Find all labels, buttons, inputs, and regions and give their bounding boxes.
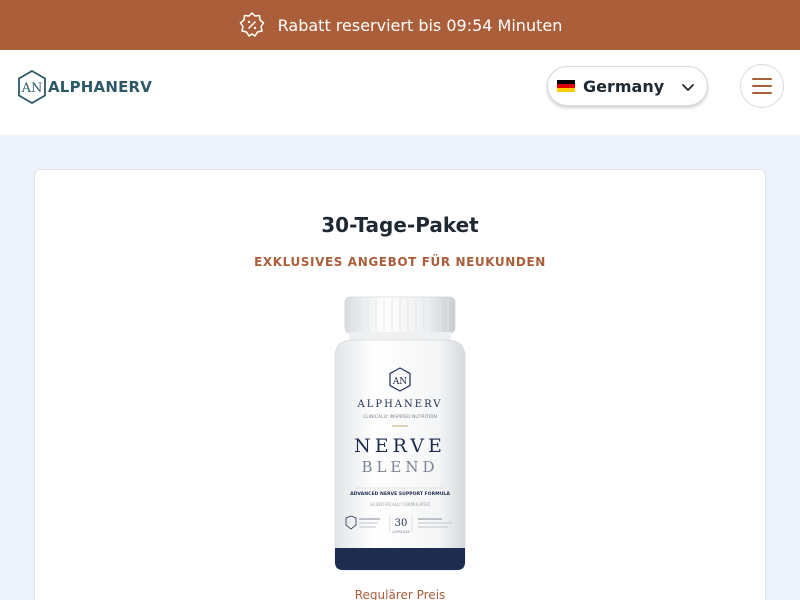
hamburger-menu-icon — [752, 78, 772, 94]
logo-mark-text: AN — [21, 81, 43, 96]
package-card[interactable]: 30-Tage-Paket EXKLUSIVES ANGEBOT FÜR NEU… — [34, 169, 766, 600]
promo-banner: Rabatt reserviert bis 09:54 Minuten — [0, 0, 800, 50]
bottle-name-line1: NERVE — [354, 435, 446, 457]
chevron-down-icon — [682, 84, 694, 91]
bottle-name-line2: BLEND — [361, 458, 438, 476]
country-selector[interactable]: Germany — [547, 66, 708, 106]
promo-text: Rabatt reserviert bis 09:54 Minuten — [277, 15, 563, 35]
regular-price-label: Regulärer Preis — [354, 588, 446, 600]
product-bottle-image: AN ALPHANERV CLINICALLY INSPIRED NUTRITI… — [334, 296, 466, 571]
offer-label: EXKLUSIVES ANGEBOT FÜR NEUKUNDEN — [254, 255, 546, 269]
bottle-count-label: CAPSULES — [392, 530, 411, 534]
bottle-tagline: CLINICALLY INSPIRED NUTRITION — [363, 414, 437, 420]
brand-logo[interactable]: AN ALPHANERV — [17, 70, 152, 104]
site-header: AN ALPHANERV Germany — [0, 50, 800, 135]
package-title: 30-Tage-Paket — [321, 213, 479, 237]
discount-badge-icon — [238, 11, 266, 39]
country-label: Germany — [583, 76, 665, 96]
bottle-brand: ALPHANERV — [357, 399, 443, 410]
logo-text: ALPHANERV — [48, 78, 153, 96]
bottle-count: 30 — [395, 518, 408, 529]
logo-mark-icon: AN — [18, 70, 46, 104]
bottle-formula: ADVANCED NERVE SUPPORT FORMULA — [350, 491, 450, 497]
germany-flag-icon — [557, 79, 575, 93]
bottle-brand-mark: AN — [392, 377, 407, 387]
menu-button[interactable] — [740, 64, 784, 108]
bottle-sub: SCIENTIFICALLY FORMULATED — [370, 502, 430, 507]
